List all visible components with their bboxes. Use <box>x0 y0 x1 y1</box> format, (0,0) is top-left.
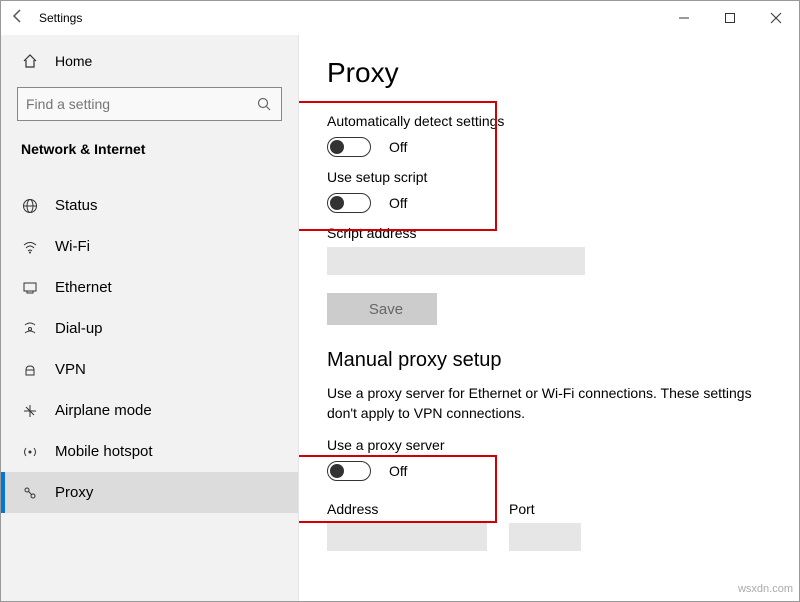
close-button[interactable] <box>753 1 799 35</box>
auto-detect-row: Off <box>327 137 771 157</box>
hotspot-icon <box>21 444 39 460</box>
sidebar-item-proxy[interactable]: Proxy <box>1 472 298 513</box>
manual-heading: Manual proxy setup <box>327 349 771 372</box>
back-button[interactable] <box>1 8 35 29</box>
manual-description: Use a proxy server for Ethernet or Wi-Fi… <box>327 384 757 423</box>
search-input[interactable] <box>18 96 247 112</box>
sidebar-item-label: VPN <box>55 361 86 378</box>
use-proxy-row: Off <box>327 461 771 481</box>
address-port-row: Address Port <box>327 493 771 551</box>
maximize-button[interactable] <box>707 1 753 35</box>
wifi-icon <box>21 239 39 255</box>
search-icon <box>247 96 281 112</box>
use-proxy-toggle[interactable] <box>327 461 371 481</box>
save-button[interactable]: Save <box>327 293 437 325</box>
vpn-icon <box>21 362 39 378</box>
sidebar-item-label: Airplane mode <box>55 402 152 419</box>
setup-script-toggle[interactable] <box>327 193 371 213</box>
sidebar: Home Network & Internet Status Wi-Fi <box>1 35 299 601</box>
airplane-icon <box>21 403 39 419</box>
port-label: Port <box>509 501 581 517</box>
category-heading: Network & Internet <box>1 133 298 169</box>
address-label: Address <box>327 501 487 517</box>
window-title: Settings <box>35 11 82 25</box>
use-proxy-state: Off <box>389 463 407 479</box>
sidebar-item-label: Mobile hotspot <box>55 443 153 460</box>
setup-script-label: Use setup script <box>327 169 771 185</box>
sidebar-item-status[interactable]: Status <box>1 185 298 226</box>
sidebar-item-label: Status <box>55 197 98 214</box>
auto-detect-label: Automatically detect settings <box>327 113 771 129</box>
sidebar-item-label: Wi-Fi <box>55 238 90 255</box>
auto-detect-state: Off <box>389 139 407 155</box>
titlebar: Settings <box>1 1 799 35</box>
sidebar-item-label: Dial-up <box>55 320 103 337</box>
setup-script-state: Off <box>389 195 407 211</box>
auto-detect-toggle[interactable] <box>327 137 371 157</box>
setup-script-row: Off <box>327 193 771 213</box>
ethernet-icon <box>21 280 39 296</box>
sidebar-item-label: Ethernet <box>55 279 112 296</box>
globe-icon <box>21 198 39 214</box>
search-box[interactable] <box>17 87 282 121</box>
use-proxy-label: Use a proxy server <box>327 437 771 453</box>
main-content: Proxy Automatically detect settings Off … <box>299 35 799 601</box>
sidebar-item-airplane[interactable]: Airplane mode <box>1 390 298 431</box>
dialup-icon <box>21 321 39 337</box>
port-input[interactable] <box>509 523 581 551</box>
home-icon <box>21 53 39 69</box>
proxy-icon <box>21 485 39 501</box>
watermark: wsxdn.com <box>738 583 793 595</box>
nav-list: Status Wi-Fi Ethernet Dial-up VPN <box>1 185 298 513</box>
sidebar-item-ethernet[interactable]: Ethernet <box>1 267 298 308</box>
home-label: Home <box>55 53 92 69</box>
home-link[interactable]: Home <box>1 43 298 79</box>
settings-window: Settings Home Ne <box>0 0 800 602</box>
address-input[interactable] <box>327 523 487 551</box>
minimize-button[interactable] <box>661 1 707 35</box>
script-address-input[interactable] <box>327 247 585 275</box>
sidebar-item-dialup[interactable]: Dial-up <box>1 308 298 349</box>
sidebar-item-wifi[interactable]: Wi-Fi <box>1 226 298 267</box>
page-title: Proxy <box>327 57 771 89</box>
script-address-label: Script address <box>327 225 771 241</box>
sidebar-item-vpn[interactable]: VPN <box>1 349 298 390</box>
sidebar-item-hotspot[interactable]: Mobile hotspot <box>1 431 298 472</box>
body: Home Network & Internet Status Wi-Fi <box>1 35 799 601</box>
sidebar-item-label: Proxy <box>55 484 93 501</box>
